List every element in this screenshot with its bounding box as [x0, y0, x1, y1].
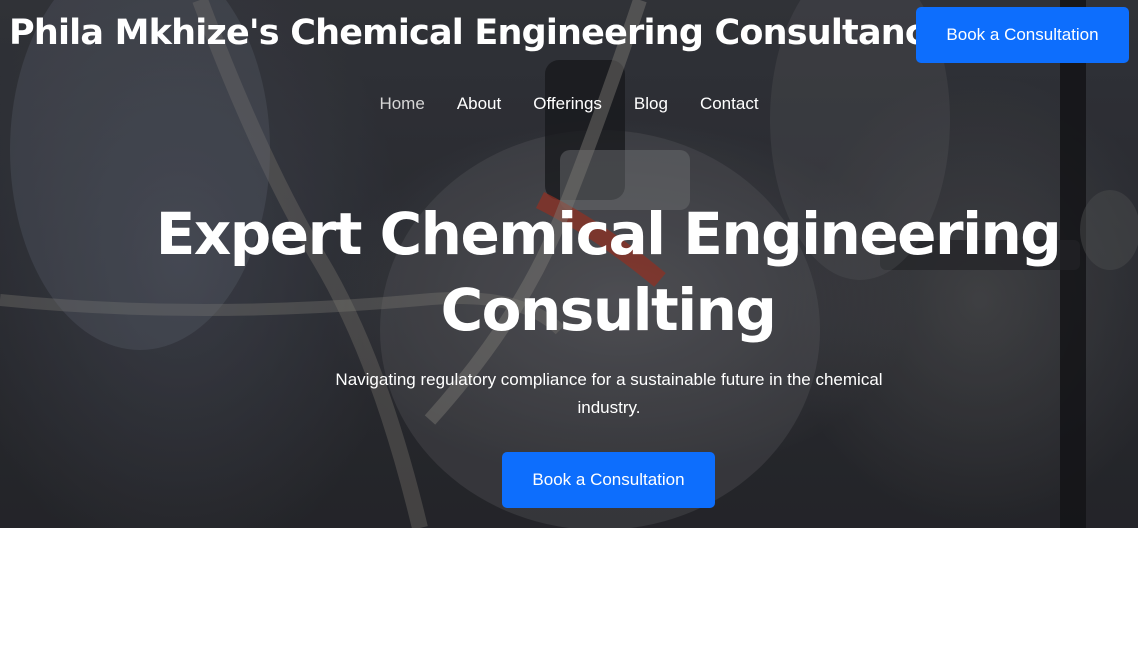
hero-section: Phila Mkhize's Chemical Engineering Cons…: [0, 0, 1138, 528]
main-nav: Home About Offerings Blog Contact: [0, 94, 1138, 114]
nav-item-blog[interactable]: Blog: [618, 94, 684, 114]
nav-item-contact[interactable]: Contact: [684, 94, 775, 114]
site-brand[interactable]: Phila Mkhize's Chemical Engineering Cons…: [9, 13, 948, 53]
hero-subtitle: Navigating regulatory compliance for a s…: [335, 370, 883, 417]
nav-item-home[interactable]: Home: [363, 94, 440, 114]
hero-title: Expert Chemical Engineering Consulting: [155, 200, 1062, 344]
nav-item-about[interactable]: About: [441, 94, 517, 114]
nav-item-offerings[interactable]: Offerings: [517, 94, 618, 114]
hero-book-consultation-button[interactable]: Book a Consultation: [502, 452, 715, 508]
header-book-consultation-button[interactable]: Book a Consultation: [916, 7, 1129, 63]
